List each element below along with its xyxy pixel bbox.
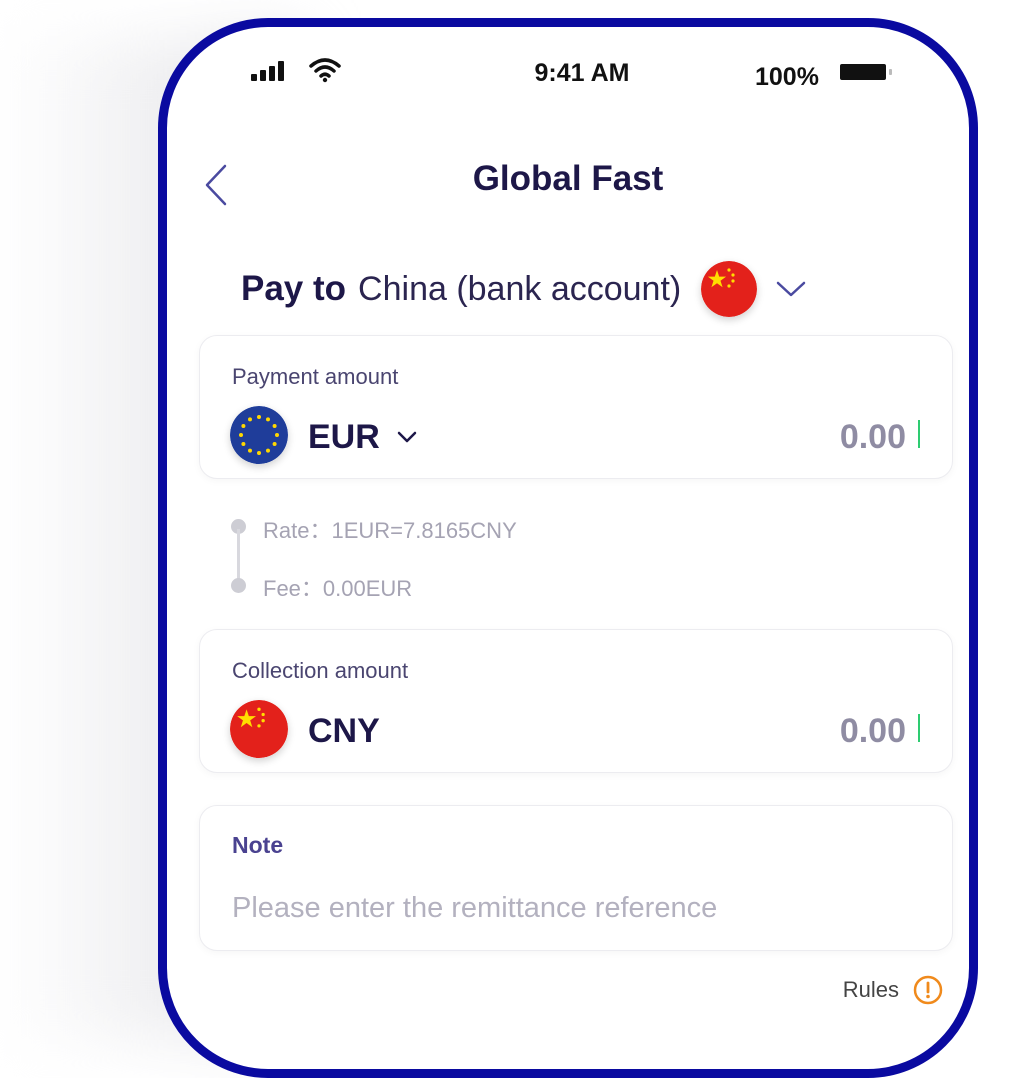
collection-amount-input[interactable] (706, 712, 906, 751)
note-label: Note (232, 832, 284, 858)
pay-to-destination: China (bank account) (358, 269, 682, 308)
china-flag-icon (230, 700, 288, 758)
status-bar: 9:41 AM 100% (167, 27, 969, 117)
battery-icon (840, 64, 892, 80)
battery-percentage: 100% (755, 63, 819, 91)
payment-amount-label: Payment amount (232, 364, 399, 389)
rules-link[interactable]: Rules (843, 975, 943, 1005)
chevron-down-icon (776, 281, 806, 297)
text-cursor (918, 714, 920, 742)
exchange-rate-text: Rate：1EUR=7.8165CNY (263, 518, 517, 543)
pay-to-label: Pay to (241, 269, 347, 308)
rules-label: Rules (842, 977, 899, 1002)
page-title: Global Fast (472, 159, 664, 198)
cellular-signal-icon (251, 61, 284, 81)
wifi-icon (309, 58, 341, 83)
collection-currency-code: CNY (308, 712, 380, 750)
eu-flag-icon (230, 406, 288, 464)
payment-amount-input[interactable] (706, 418, 906, 457)
phone-frame: 9:41 AM 100% Global Fast Pay to China (b… (158, 18, 978, 1078)
collection-amount-card: Collection amount CNY (199, 629, 953, 773)
collection-amount-label: Collection amount (232, 658, 409, 683)
currency-chevron-down-icon[interactable] (396, 430, 418, 444)
pay-to-selector[interactable]: Pay to China (bank account) (241, 259, 807, 319)
remittance-reference-input[interactable] (232, 892, 912, 925)
payment-currency-code[interactable]: EUR (308, 418, 380, 457)
note-card: Note (199, 805, 953, 951)
text-cursor (918, 420, 920, 448)
payment-amount-card: Payment amount EUR (199, 335, 953, 479)
info-alert-icon (913, 975, 943, 1005)
status-time: 9:41 AM (534, 59, 630, 87)
fee-text: Fee：0.00EUR (263, 576, 413, 601)
china-flag-icon (701, 261, 758, 317)
timeline-dot (231, 578, 246, 593)
